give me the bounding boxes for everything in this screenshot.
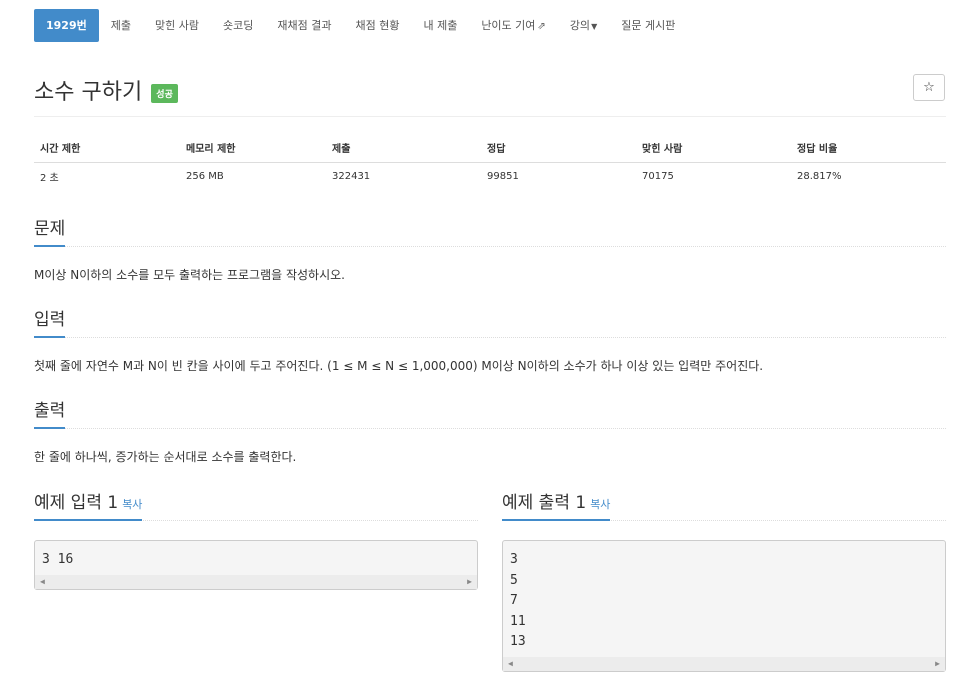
problem-title: 소수 구하기: [34, 80, 143, 105]
code-line: 5: [510, 572, 518, 588]
problem-info-table: 시간 제한 메모리 제한 제출 정답 맞힌 사람 정답 비율 2 초 256 M…: [34, 134, 946, 190]
tab-lectures[interactable]: 강의▼: [558, 9, 609, 42]
horizontal-scrollbar[interactable]: ◀ ▶: [35, 574, 477, 589]
value-time-limit: 2 초: [40, 172, 59, 184]
value-submissions: 322431: [332, 170, 371, 182]
header-submissions: 제출: [326, 134, 481, 163]
header-accepted: 정답: [481, 134, 636, 163]
tab-judge-status[interactable]: 채점 현황: [343, 9, 411, 42]
problem-nav: 1929번 제출 맞힌 사람 숏코딩 재채점 결과 채점 현황 내 제출 난이도…: [34, 9, 687, 42]
sample-heading: 예제 출력 1 복사: [502, 488, 611, 521]
tab-difficulty-label: 난이도 기여: [481, 19, 536, 32]
tab-qna-board[interactable]: 질문 게시판: [609, 9, 687, 42]
section-text: 첫째 줄에 자연수 M과 N이 빈 칸을 사이에 두고 주어진다. (1 ≤ M…: [34, 359, 764, 373]
sample-heading: 예제 입력 1 복사: [34, 488, 143, 521]
tab-submit[interactable]: 제출: [99, 9, 143, 42]
tab-short-coding[interactable]: 숏코딩: [211, 9, 265, 42]
header-memory-limit: 메모리 제한: [180, 134, 326, 163]
sample-input: 예제 입력 1 복사 3 16 ◀ ▶: [34, 488, 478, 590]
sample-input-code[interactable]: 3 16 ◀ ▶: [34, 540, 478, 590]
horizontal-scrollbar[interactable]: ◀ ▶: [503, 656, 945, 671]
code-line: 11: [510, 613, 526, 629]
code-line: 3: [510, 552, 518, 567]
input-section: 입력 첫째 줄에 자연수 M과 N이 빈 칸을 사이에 두고 주어진다. (1 …: [34, 305, 946, 374]
divider: [34, 116, 946, 117]
scroll-right-icon[interactable]: ▶: [935, 659, 940, 668]
section-heading: 입력: [34, 305, 66, 338]
caret-down-icon: ▼: [591, 22, 598, 31]
scroll-right-icon[interactable]: ▶: [467, 577, 472, 586]
code-line: 7: [510, 593, 518, 608]
sample-title: 예제 입력 1: [34, 493, 119, 513]
copy-button[interactable]: 복사: [590, 498, 610, 511]
copy-button[interactable]: 복사: [122, 498, 142, 511]
section-divider: [34, 337, 946, 338]
sample-output-code[interactable]: 3 5 7 11 13 ◀ ▶: [502, 540, 946, 672]
section-divider: [34, 246, 946, 247]
scroll-left-icon[interactable]: ◀: [508, 659, 513, 668]
output-section: 출력 한 줄에 하나씩, 증가하는 순서대로 소수를 출력한다.: [34, 396, 946, 465]
header-accept-ratio: 정답 비율: [791, 134, 946, 163]
tab-rejudge-results[interactable]: 재채점 결과: [265, 9, 343, 42]
scroll-left-icon[interactable]: ◀: [40, 577, 45, 586]
sample-title: 예제 출력 1: [502, 493, 587, 513]
value-accepted: 99851: [487, 170, 519, 182]
tab-solved-users[interactable]: 맞힌 사람: [143, 9, 211, 42]
header-solved-users: 맞힌 사람: [636, 134, 791, 163]
star-icon: ☆: [923, 80, 935, 95]
section-text: M이상 N이하의 소수를 모두 출력하는 프로그램을 작성하시오.: [34, 268, 345, 282]
section-text: 한 줄에 하나씩, 증가하는 순서대로 소수를 출력한다.: [34, 450, 297, 464]
header-time-limit: 시간 제한: [34, 134, 180, 163]
star-button[interactable]: ☆: [913, 74, 945, 101]
description-section: 문제 M이상 N이하의 소수를 모두 출력하는 프로그램을 작성하시오.: [34, 214, 946, 283]
sample-output: 예제 출력 1 복사 3 5 7 11 13 ◀ ▶: [502, 488, 946, 672]
code-line: 3 16: [42, 552, 74, 567]
tab-lectures-label: 강의: [569, 19, 591, 32]
section-divider: [34, 428, 946, 429]
tab-difficulty-contribution[interactable]: 난이도 기여 ⇗: [469, 9, 558, 42]
tab-my-submissions[interactable]: 내 제출: [411, 9, 469, 42]
value-accept-ratio: 28.817%: [797, 170, 842, 182]
external-link-icon: ⇗: [537, 21, 546, 32]
status-badge: 성공: [151, 83, 178, 103]
section-heading: 출력: [34, 396, 66, 429]
code-line: 13: [510, 634, 526, 649]
value-memory-limit: 256 MB: [186, 170, 224, 182]
value-solved-users: 70175: [642, 170, 674, 182]
title-row: 소수 구하기 성공: [34, 74, 178, 106]
tab-problem[interactable]: 1929번: [34, 9, 99, 42]
section-heading: 문제: [34, 214, 66, 247]
info-header-row: 시간 제한 메모리 제한 제출 정답 맞힌 사람 정답 비율: [34, 134, 946, 163]
info-value-row: 2 초 256 MB 322431 99851 70175 28.817%: [34, 162, 946, 190]
